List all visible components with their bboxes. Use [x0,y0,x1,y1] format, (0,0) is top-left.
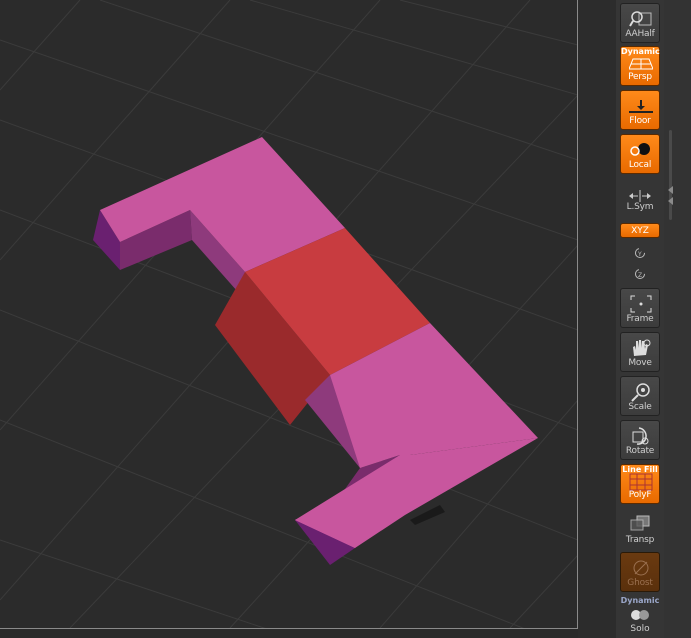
mesh-object[interactable] [93,137,538,565]
rot-y-text: Y [637,251,642,258]
floor-label: Floor [629,116,651,126]
viewport-border [0,628,578,629]
polyf-button[interactable]: Line Fill PolyF [620,464,660,504]
floor-icon [629,100,653,113]
floor-button[interactable]: Floor [620,90,660,130]
local-button[interactable]: Local [620,134,660,174]
polyframe-grid-icon [629,473,653,491]
viewport-canvas[interactable] [0,0,578,628]
lsym-label: L.Sym [626,202,654,212]
hand-icon [633,339,651,356]
transp-button[interactable]: Transp [620,508,660,548]
ghost-label: Ghost [627,578,653,588]
scale-label: Scale [628,402,652,412]
transparency-icon [630,515,650,531]
canvas-margin [578,0,616,638]
persp-label: Persp [628,72,652,82]
rotate-z-icon[interactable]: Z [633,266,647,280]
solo-label: Solo [630,624,650,634]
transp-label: Transp [625,535,655,545]
aahalf-label: AAHalf [625,29,655,39]
rotate-icon [632,427,649,445]
xyz-label: XYZ [631,226,649,236]
rot-z-text: Z [638,272,642,279]
aahalf-button[interactable]: AAHalf [620,3,660,43]
magnifier-grid-icon [629,11,652,27]
ghost-button[interactable]: Ghost [620,552,660,592]
solo-button[interactable]: Solo [620,604,660,638]
solo-spheres-icon [631,610,649,620]
scale-button[interactable]: Scale [620,376,660,416]
tray-strip [664,0,691,638]
local-pivot-icon [630,143,650,156]
lsym-button[interactable]: L.Sym [620,184,660,224]
tray-scrollbar[interactable] [669,130,672,220]
local-label: Local [628,160,652,170]
tray-collapse-icon[interactable] [668,186,673,194]
rotate-y-icon[interactable]: Y [633,245,647,259]
xyz-rotation-button[interactable]: XYZ [620,223,660,238]
move-button[interactable]: Move [620,332,660,372]
symmetry-arrows-icon [629,190,651,202]
frame-button[interactable]: Frame [620,288,660,328]
tray-collapse-icon[interactable] [668,197,673,205]
rotate-label: Rotate [625,446,655,456]
scale-magnifier-icon [631,383,650,402]
ghost-icon [633,560,649,576]
move-label: Move [628,358,652,368]
persp-button[interactable]: Dynamic Persp [620,46,660,86]
rotate-button[interactable]: Rotate [620,420,660,460]
frame-icon [630,295,652,313]
3d-viewport[interactable] [0,0,578,628]
frame-label: Frame [626,314,654,324]
perspective-grid-icon [629,58,653,70]
polyf-label: PolyF [628,490,652,500]
